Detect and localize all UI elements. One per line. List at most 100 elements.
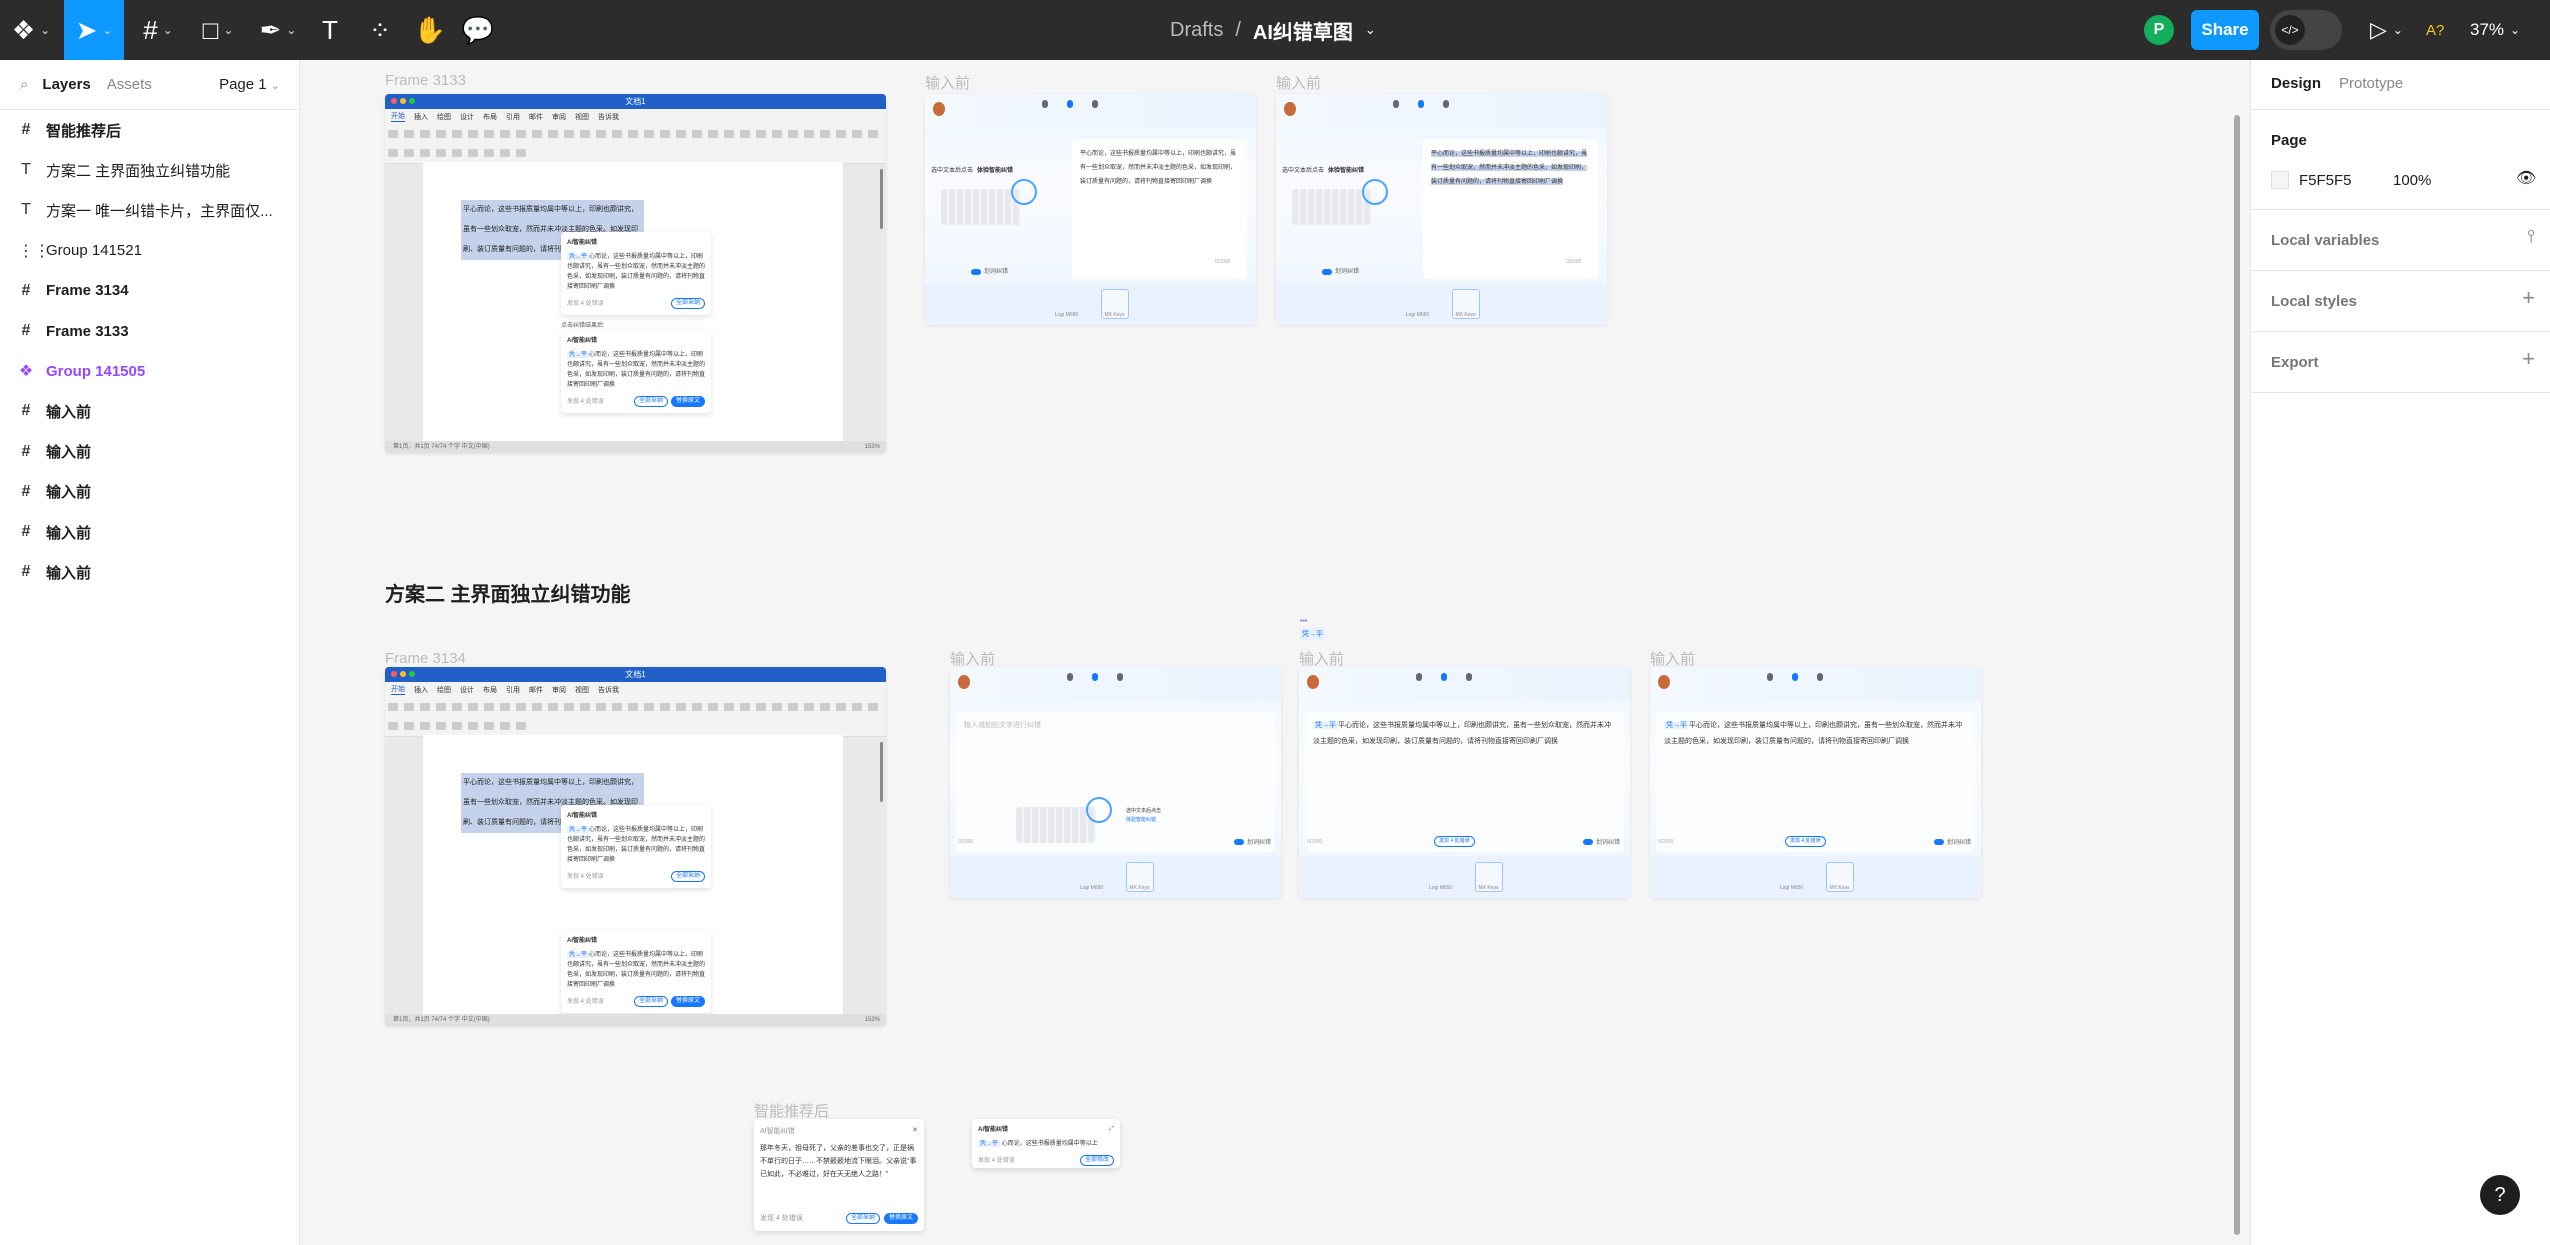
- document-scrollbar[interactable]: [880, 169, 883, 229]
- ribbon-tool-icon[interactable]: [756, 703, 766, 711]
- user-avatar[interactable]: [1284, 102, 1296, 116]
- correction-tag[interactable]: 凭→平: [567, 827, 590, 833]
- layer-item[interactable]: # Frame 3133: [18, 311, 288, 351]
- word-correction-toggle[interactable]: 划词纠错: [1933, 837, 1971, 846]
- frame-tool-button[interactable]: # ⌄: [130, 0, 186, 60]
- correction-status[interactable]: 发现 4 处错误: [1785, 836, 1826, 847]
- ribbon-tool-icon[interactable]: [532, 703, 542, 711]
- ribbon-tool-icon[interactable]: [468, 149, 478, 157]
- comment-tool-button[interactable]: 💬: [456, 0, 500, 60]
- local-variables-section[interactable]: Local variables ⫯: [2251, 210, 2550, 271]
- ribbon-tool-icon[interactable]: [644, 130, 654, 138]
- correction-icon[interactable]: [1411, 100, 1431, 110]
- ribbon-tool-icon[interactable]: [868, 703, 878, 711]
- smart-correction-card[interactable]: AI智能纠错 ✕ 那年冬天，祖母死了，父亲的差事也交了，正是祸不单行的日子……不…: [754, 1119, 924, 1231]
- ribbon-tool-icon[interactable]: [404, 722, 414, 730]
- layer-item[interactable]: ⋮⋮ Group 141521: [18, 231, 288, 271]
- layer-item[interactable]: # 输入前: [18, 512, 288, 552]
- word-correction-toggle[interactable]: 划词纠错: [1582, 837, 1620, 846]
- export-section[interactable]: Export +: [2251, 332, 2550, 393]
- result-panel[interactable]: 平心而论，这些书报质量均属中等以上，印刷也颇讲究，虽有一些划众取宠，然而并未冲淡…: [1423, 139, 1598, 279]
- variables-icon[interactable]: ⫯: [2527, 226, 2535, 247]
- file-name[interactable]: AI纠错草图: [1253, 16, 1353, 45]
- settings-icon[interactable]: [1085, 100, 1105, 110]
- device-keyboard[interactable]: MX Keys: [1100, 289, 1129, 319]
- tab-layers[interactable]: Layers: [42, 76, 90, 93]
- layer-item[interactable]: # 输入前: [18, 472, 288, 512]
- input-frame[interactable]: 输入或粘贴文字进行纠错 选中文本后点击 体验智能纠错 0/2000 划词纠错 Logi M…: [950, 667, 1281, 898]
- ribbon-tab[interactable]: 插入: [414, 112, 428, 122]
- ribbon-tool-icon[interactable]: [388, 703, 398, 711]
- ribbon-tab[interactable]: 视图: [575, 112, 589, 122]
- compact-correction-card[interactable]: AI智能纠错 ⤢ 凭→平 心而论，这些书报质量均属中等以上 发现 4 处错误 全部…: [972, 1119, 1120, 1168]
- accessibility-button[interactable]: A?: [2426, 0, 2444, 60]
- frame-3133[interactable]: 文档1 开始 插入 绘图 设计 布局 引用 邮件 审阅 视图 告诉我 平心而论，这些书报质量均属中等以…: [385, 94, 886, 453]
- frame-label-input[interactable]: 输入前: [1299, 648, 1344, 669]
- ribbon-tab[interactable]: 审阅: [552, 112, 566, 122]
- pen-tool-button[interactable]: ✒ ⌄: [250, 0, 306, 60]
- ribbon-tool-icon[interactable]: [772, 703, 782, 711]
- hint-action[interactable]: 体验智能纠错: [977, 168, 1013, 174]
- present-button[interactable]: ▷ ⌄: [2370, 0, 2403, 60]
- ribbon-tab[interactable]: 开始: [391, 111, 405, 122]
- ribbon-tool-icon[interactable]: [436, 149, 446, 157]
- settings-icon[interactable]: [1810, 673, 1830, 683]
- main-menu-button[interactable]: ❖ ⌄: [0, 0, 62, 60]
- ribbon-tool-icon[interactable]: [724, 703, 734, 711]
- ai-correction-card[interactable]: AI智能纠错 凭→平 心而论，这些书报质量均属中等以上，印刷也颇讲究，虽有一些划众取…: [561, 232, 711, 315]
- ribbon-tool-icon[interactable]: [692, 703, 702, 711]
- correction-status[interactable]: 发现 4 处错误: [1434, 836, 1475, 847]
- local-styles-section[interactable]: Local styles +: [2251, 271, 2550, 332]
- ribbon-tab[interactable]: 邮件: [529, 112, 543, 122]
- ribbon-tool-icon[interactable]: [836, 703, 846, 711]
- ribbon-tool-icon[interactable]: [516, 703, 526, 711]
- correction-tag[interactable]: 凭→平: [567, 352, 590, 358]
- ribbon-tool-icon[interactable]: [548, 703, 558, 711]
- expand-icon[interactable]: ⤢: [1109, 1124, 1114, 1134]
- ribbon-tool-icon[interactable]: [420, 703, 430, 711]
- window-controls[interactable]: [391, 671, 415, 677]
- page-opacity[interactable]: 100%: [2393, 172, 2431, 189]
- accept-all-button[interactable]: 全部修改: [1079, 1155, 1114, 1166]
- section-title[interactable]: 方案二 主界面独立纠错功能: [385, 578, 631, 607]
- toggle-switch[interactable]: [971, 269, 981, 275]
- layer-item[interactable]: # 输入前: [18, 391, 288, 431]
- ribbon-tool-icon[interactable]: [452, 703, 462, 711]
- ribbon-tool-icon[interactable]: [404, 149, 414, 157]
- correction-icon[interactable]: [1085, 673, 1105, 683]
- document-scrollbar[interactable]: [880, 742, 883, 802]
- ribbon-tool-icon[interactable]: [404, 703, 414, 711]
- correction-tag[interactable]: 凭→平: [1300, 628, 1325, 640]
- window-control-dot[interactable]: [409, 671, 415, 677]
- ribbon-tool-icon[interactable]: [436, 722, 446, 730]
- ribbon-tool-icon[interactable]: [820, 703, 830, 711]
- ribbon-tab[interactable]: 告诉我: [598, 685, 619, 695]
- text-icon[interactable]: [1035, 100, 1055, 110]
- text-area[interactable]: 凭→平 平心而论，这些书报质量均属中等以上，印刷也颇讲究，虽有一些划众取宠，然而并…: [1656, 712, 1975, 852]
- ribbon-tool-icon[interactable]: [564, 130, 574, 138]
- close-icon[interactable]: ✕: [912, 1124, 918, 1137]
- resources-button[interactable]: ⁘: [360, 0, 400, 60]
- text-icon[interactable]: [1760, 673, 1780, 683]
- ribbon-tab[interactable]: 设计: [460, 112, 474, 122]
- text-icon[interactable]: [1060, 673, 1080, 683]
- ribbon-tool-icon[interactable]: [468, 703, 478, 711]
- ribbon-tool-icon[interactable]: [404, 130, 414, 138]
- accept-all-button[interactable]: 全部采纳: [633, 996, 668, 1007]
- frame-label-input[interactable]: 输入前: [925, 72, 970, 93]
- frame-label-smart[interactable]: 智能推荐后: [754, 1100, 829, 1121]
- ribbon-tool-icon[interactable]: [628, 130, 638, 138]
- device-mouse[interactable]: Logi M650: [1053, 289, 1081, 319]
- hand-tool-button[interactable]: ✋: [408, 0, 452, 60]
- ribbon-tool-icon[interactable]: [420, 149, 430, 157]
- device-mouse[interactable]: Logi M650: [1778, 862, 1806, 892]
- ribbon-tool-icon[interactable]: [612, 130, 622, 138]
- ribbon-tool-icon[interactable]: [468, 722, 478, 730]
- ribbon-tool-icon[interactable]: [804, 703, 814, 711]
- correction-tag[interactable]: 凭→平: [567, 952, 590, 958]
- frame-label-input[interactable]: 输入前: [950, 648, 995, 669]
- ribbon-tool-icon[interactable]: [500, 703, 510, 711]
- ribbon-tool-icon[interactable]: [580, 130, 590, 138]
- settings-icon[interactable]: [1110, 673, 1130, 683]
- page-color-value[interactable]: F5F5F5: [2299, 172, 2352, 189]
